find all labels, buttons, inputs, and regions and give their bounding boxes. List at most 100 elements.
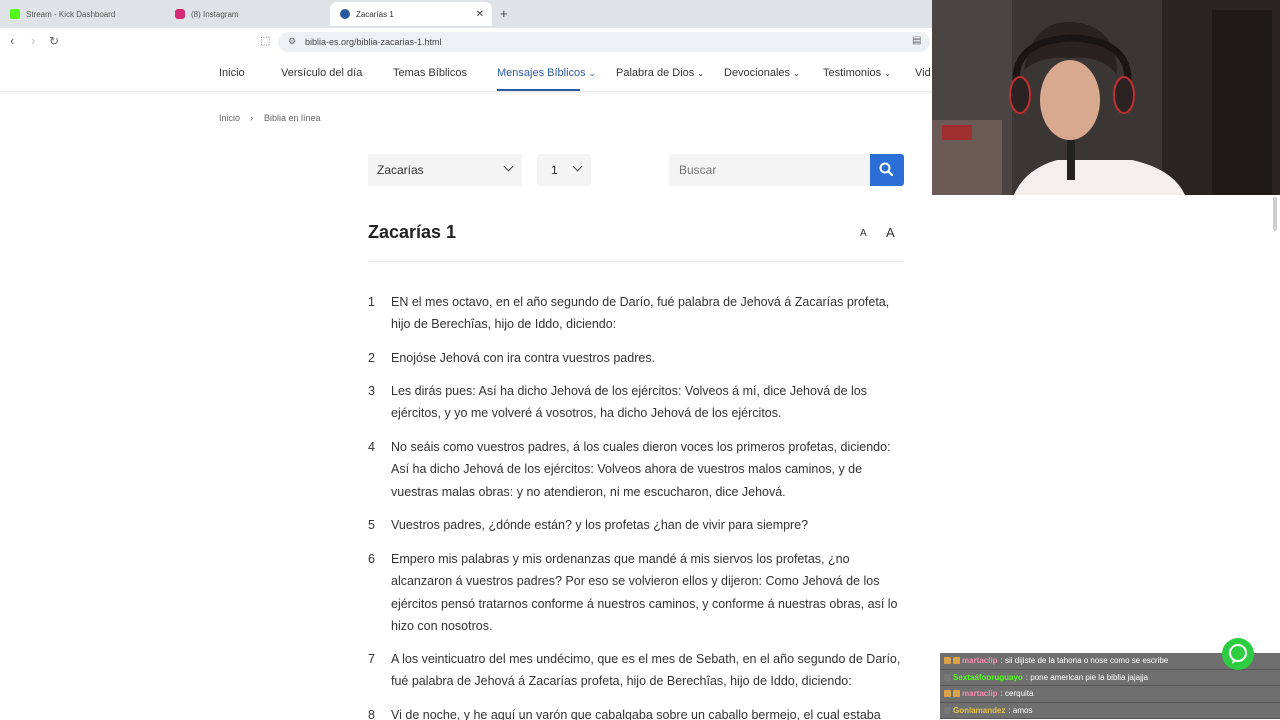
kick-logo-icon [10, 9, 20, 19]
nav-label: Devocionales [724, 67, 791, 79]
book-select-value: Zacarías [377, 163, 424, 177]
chat-badge-icon [944, 690, 951, 698]
chat-badge-icon [953, 657, 960, 665]
nav-temas-biblicos[interactable]: Temas Bíblicos [393, 67, 467, 79]
breadcrumb-inicio[interactable]: Inicio [219, 113, 240, 123]
browser-window: Stream - Kick Dashboard (8) Instagram Za… [0, 0, 932, 720]
chat-bubble-icon[interactable] [1222, 638, 1254, 670]
reload-icon[interactable]: ↻ [49, 34, 59, 48]
verse-number: 4 [368, 440, 375, 454]
chat-message: Gonlamandez : amos [940, 702, 1280, 719]
page-title: Zacarías 1 [368, 222, 457, 242]
tab-strip: Stream - Kick Dashboard (8) Instagram Za… [0, 0, 932, 28]
chat-message: Sextaáfooruguayo : pone american pie la … [940, 669, 1280, 686]
back-icon[interactable]: ‹ [10, 33, 14, 48]
verse-text: EN el mes octavo, en el año segundo de D… [391, 295, 890, 332]
page-scrollbar[interactable] [1273, 197, 1277, 231]
nav-label: Palabra de Dios [616, 67, 695, 79]
nav-label: Testimonios [823, 67, 882, 79]
active-nav-underline [497, 89, 580, 91]
chapter-select-value: 1 [551, 163, 558, 177]
chat-text: : sii dijiste de la tahona o nose como s… [1000, 656, 1169, 666]
site-favicon-icon [340, 9, 350, 19]
site-settings-icon[interactable]: ⚙ [288, 36, 296, 47]
chevron-down-icon: ⌄ [588, 69, 596, 78]
verse-3: 3 Les dirás pues: Así ha dicho Jehová de… [368, 380, 904, 425]
new-tab-icon[interactable]: + [500, 6, 508, 21]
chapter-select[interactable]: 1 [537, 154, 591, 186]
tab-label: Stream - Kick Dashboard [26, 9, 116, 19]
nav-devocionales[interactable]: Devocionales ⌄ [724, 67, 800, 79]
verse-text: Enojóse Jehová con ira contra vuestros p… [391, 351, 656, 365]
tab-label: Zacarías 1 [356, 9, 394, 19]
verse-number: 2 [368, 351, 375, 365]
chat-badge-icon [944, 673, 951, 681]
nav-versiculo-del-dia[interactable]: Versículo del día [281, 67, 362, 79]
verse-4: 4 No seáis como vuestros padres, á los c… [368, 436, 904, 503]
chat-text: : cerquita [1000, 689, 1034, 699]
forward-icon[interactable]: › [31, 33, 35, 48]
browser-toolbar: ‹ › ↻ ⬚ ⚙ biblia-es.org/biblia-zacarias-… [0, 28, 932, 56]
verse-8: 8 Vi de noche, y he aquí un varón que ca… [368, 704, 904, 720]
verse-5: 5 Vuestros padres, ¿dónde están? y los p… [368, 514, 904, 536]
webcam-feed [932, 0, 1280, 195]
chat-text: : amos [1008, 705, 1033, 715]
book-select[interactable]: Zacarías [368, 154, 522, 186]
tab-kick-dashboard[interactable]: Stream - Kick Dashboard [0, 2, 165, 26]
verse-number: 6 [368, 552, 375, 566]
verse-2: 2 Enojóse Jehová con ira contra vuestros… [368, 347, 904, 369]
font-decrease-button[interactable]: A [860, 228, 867, 239]
verse-text: Vuestros padres, ¿dónde están? y los pro… [391, 518, 809, 532]
chat-message: martaclip : cerquita [940, 686, 1280, 703]
verse-number: 7 [368, 652, 375, 666]
verse-6: 6 Empero mis palabras y mis ordenanzas q… [368, 548, 904, 637]
verse-number: 3 [368, 384, 375, 398]
font-increase-button[interactable]: A [886, 225, 895, 240]
url-text[interactable]: biblia-es.org/biblia-zacarias-1.html [305, 37, 442, 47]
chevron-down-icon: ⌄ [697, 69, 705, 78]
reader-mode-icon[interactable]: ▤ [912, 35, 921, 46]
chat-username: martaclip [962, 689, 998, 699]
verse-number: 5 [368, 518, 375, 532]
nav-palabra-de-dios[interactable]: Palabra de Dios ⌄ [616, 67, 704, 79]
chat-username: Gonlamandez [953, 705, 1006, 715]
verse-1: 1 EN el mes octavo, en el año segundo de… [368, 291, 904, 336]
chevron-down-icon [503, 161, 514, 172]
verse-text: Empero mis palabras y mis ordenanzas que… [391, 552, 898, 633]
chat-badge-icon [944, 706, 951, 714]
tab-zacarias[interactable]: Zacarías 1 ✕ [330, 2, 492, 26]
nav-inicio[interactable]: Inicio [219, 67, 245, 79]
message-icon [1229, 644, 1247, 664]
verse-text: Les dirás pues: Así ha dicho Jehová de l… [391, 384, 867, 421]
verse-text: Vi de noche, y he aquí un varón que caba… [391, 708, 881, 720]
verse-number: 8 [368, 708, 375, 720]
chat-badge-icon [944, 657, 951, 665]
chevron-down-icon: ⌄ [884, 69, 891, 78]
chat-username: martaclip [962, 656, 998, 666]
breadcrumb-separator-icon: › [250, 113, 253, 123]
nav-mensajes-biblicos[interactable]: Mensajes Bíblicos ⌄ [497, 67, 595, 79]
nav-videos[interactable]: Vid [915, 67, 931, 79]
chat-username: Sextaáfooruguayo [953, 672, 1023, 682]
chevron-down-icon [572, 161, 583, 172]
chat-text: : pone american pie la biblia jajajja [1025, 672, 1149, 682]
verse-text: A los veinticuatro del mes undécimo, que… [391, 652, 901, 689]
verse-text: No seáis como vuestros padres, á los cua… [391, 440, 891, 499]
search-input[interactable] [669, 154, 870, 186]
search-icon [879, 162, 894, 177]
webcam-overlay [932, 0, 1280, 195]
instagram-logo-icon [175, 9, 185, 19]
site-nav: Inicio Versículo del día Temas Bíblicos … [0, 56, 932, 92]
nav-testimonios[interactable]: Testimonios ⌄ [823, 67, 891, 79]
chat-badge-icon [953, 690, 960, 698]
title-divider [368, 261, 904, 262]
verse-7: 7 A los veinticuatro del mes undécimo, q… [368, 648, 904, 693]
search-button[interactable] [870, 154, 904, 186]
chevron-down-icon: ⌄ [793, 69, 800, 78]
breadcrumb-biblia-en-linea[interactable]: Biblia en línea [264, 113, 321, 123]
verse-number: 1 [368, 295, 375, 309]
close-tab-icon[interactable]: ✕ [476, 9, 484, 20]
nav-label: Mensajes Bíblicos [497, 67, 586, 79]
bookmark-icon[interactable]: ⬚ [260, 34, 270, 47]
tab-instagram[interactable]: (8) Instagram [165, 2, 330, 26]
